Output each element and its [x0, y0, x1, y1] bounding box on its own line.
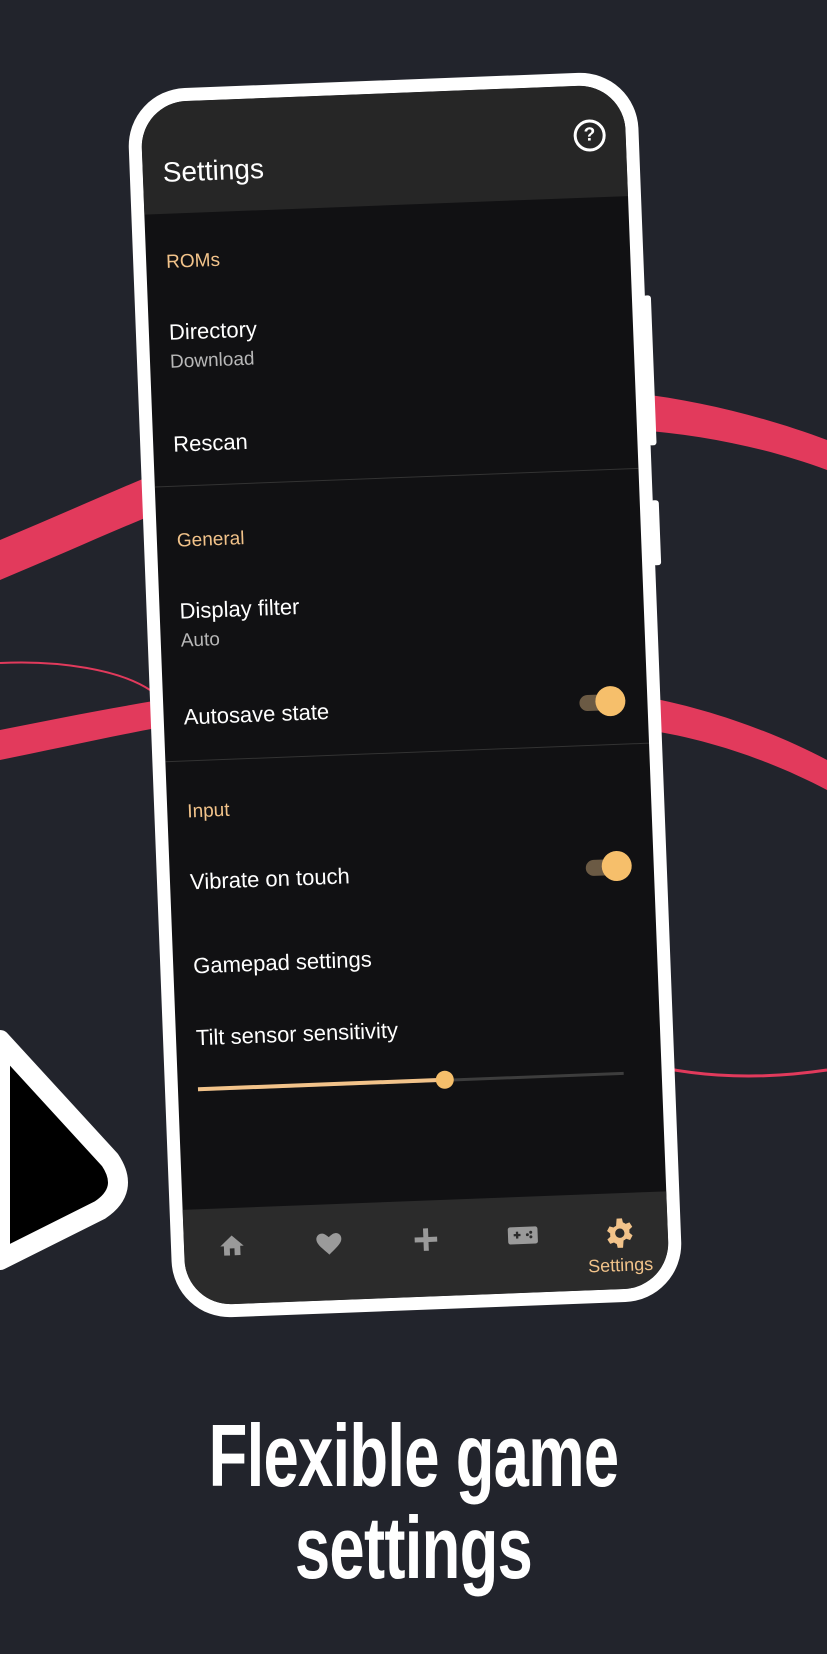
help-circle-icon[interactable]: ?: [573, 118, 607, 153]
gear-icon: [606, 1218, 633, 1248]
app-bar: Settings ?: [140, 84, 629, 215]
nav-add[interactable]: [385, 1223, 466, 1256]
nav-home[interactable]: [192, 1231, 273, 1262]
page-title: Settings: [162, 153, 265, 188]
back-device-shape: [0, 1030, 128, 1270]
tagline-line-1: Flexible game: [208, 1406, 619, 1505]
thin-ribbon-left: [0, 661, 151, 691]
slider-thumb[interactable]: [435, 1070, 455, 1090]
settings-list: ROMs Directory Download Rescan General D…: [144, 196, 662, 1106]
plus-icon: [414, 1228, 438, 1251]
slider-fill: [197, 1077, 445, 1092]
nav-favorites[interactable]: [289, 1227, 370, 1260]
nav-settings[interactable]: Settings: [579, 1216, 661, 1278]
home-icon: [220, 1235, 245, 1256]
phone-mockup: Settings ? ROMs Directory Download Resca…: [126, 70, 684, 1320]
autosave-toggle[interactable]: [579, 685, 626, 717]
vibrate-toggle[interactable]: [585, 850, 633, 882]
promo-tagline: Flexible game settings: [116, 1410, 711, 1594]
heart-icon: [316, 1233, 342, 1255]
gamepad-icon: [507, 1226, 538, 1245]
nav-label: Settings: [587, 1253, 654, 1277]
app-screen: Settings ? ROMs Directory Download Resca…: [140, 84, 670, 1306]
tagline-line-2: settings: [294, 1498, 533, 1597]
bottom-navigation: Settings: [182, 1191, 670, 1306]
nav-games[interactable]: [482, 1219, 563, 1250]
